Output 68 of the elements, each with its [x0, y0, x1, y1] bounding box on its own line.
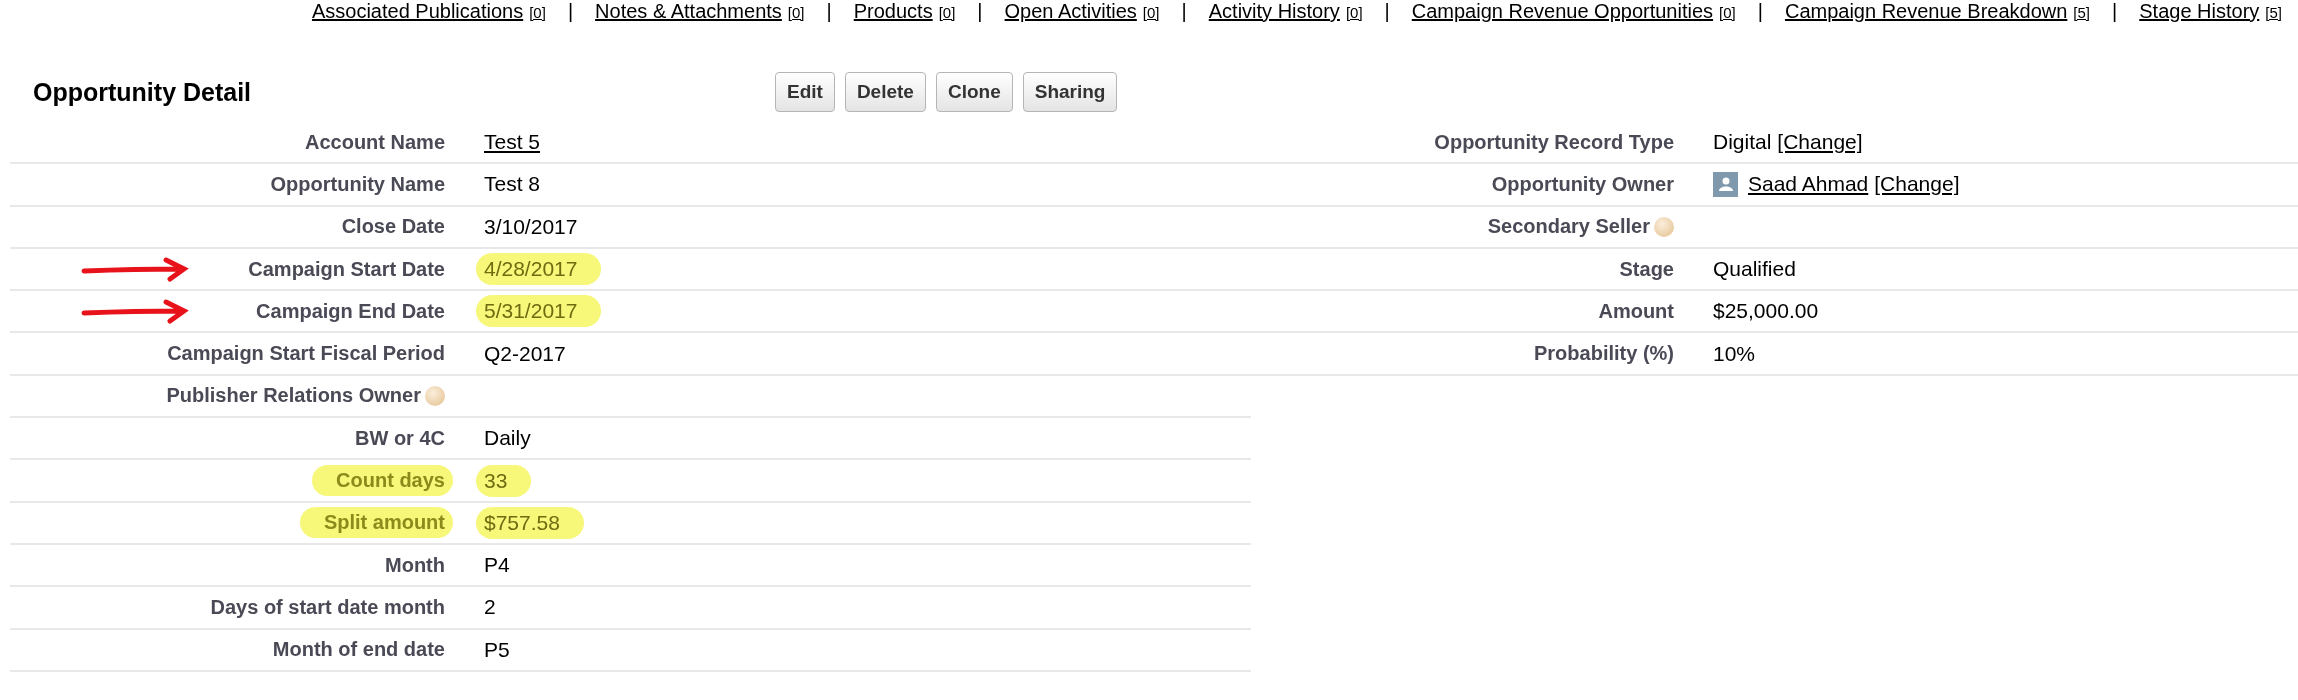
field-label: Account Name: [304, 130, 445, 154]
field-value: 3/10/2017: [484, 214, 578, 239]
related-list-link[interactable]: Campaign Revenue Breakdown: [1784, 0, 2068, 23]
action-button[interactable]: Delete: [844, 72, 926, 112]
field-label: Amount: [1598, 299, 1674, 323]
field-value: 2: [484, 595, 496, 620]
link-separator: |: [2112, 0, 2118, 23]
link-separator: |: [1384, 0, 1390, 23]
field-label: Count days: [312, 465, 453, 496]
field-value: P4: [484, 553, 510, 578]
link-separator: |: [977, 0, 983, 23]
field-value: Test 8: [484, 172, 541, 197]
field-label: Days of start date month: [210, 595, 445, 619]
field-value: $25,000.00: [1713, 299, 1819, 324]
field-label: Campaign Start Date: [248, 257, 445, 281]
related-list-count[interactable]: [0]: [1142, 4, 1160, 21]
related-list-link[interactable]: Open Activities: [1004, 0, 1137, 23]
field-value: Qualified: [1713, 257, 1796, 282]
related-list-count[interactable]: [0]: [1345, 4, 1363, 21]
action-button[interactable]: Clone: [935, 72, 1013, 112]
section-title: Opportunity Detail: [33, 77, 253, 107]
field-link[interactable]: [Change]: [1777, 130, 1863, 155]
field-label: Publisher Relations Owner: [166, 384, 421, 408]
related-list-link[interactable]: Notes & Attachments: [595, 0, 782, 23]
related-list-count[interactable]: [0]: [529, 4, 546, 21]
field-label: Secondary Seller: [1487, 215, 1650, 239]
help-icon[interactable]: [425, 385, 445, 406]
field-label: Month of end date: [272, 638, 445, 662]
field-link[interactable]: Saad Ahmad: [1748, 172, 1869, 197]
field-label: Month: [385, 553, 445, 577]
related-list-count[interactable]: [5]: [2073, 4, 2091, 21]
field-value: Digital: [1713, 130, 1772, 155]
related-list-count[interactable]: [0]: [1719, 4, 1736, 21]
related-list-count[interactable]: [5]: [2265, 4, 2282, 21]
link-separator: |: [567, 0, 574, 23]
action-button[interactable]: Edit: [775, 72, 835, 112]
field-label: Split amount: [299, 507, 453, 539]
related-list-link[interactable]: Activity History: [1208, 0, 1340, 23]
related-list-link[interactable]: Stage History: [2139, 0, 2260, 23]
field-value: Q2-2017: [484, 341, 566, 366]
field-label: Close Date: [341, 215, 445, 239]
field-label: Opportunity Record Type: [1434, 130, 1674, 154]
related-list-link[interactable]: Associated Publications: [311, 0, 524, 23]
link-separator: |: [1181, 0, 1187, 23]
field-label: Opportunity Name: [270, 172, 445, 196]
field-value: 5/31/2017: [476, 295, 602, 328]
field-value: $757.58: [476, 506, 584, 539]
related-list-link[interactable]: Products: [853, 0, 933, 23]
related-list-count[interactable]: [0]: [938, 4, 956, 21]
field-link[interactable]: Test 5: [484, 130, 541, 155]
field-link[interactable]: [Change]: [1874, 172, 1960, 197]
field-label: Opportunity Owner: [1491, 172, 1674, 196]
action-button[interactable]: Sharing: [1022, 72, 1118, 112]
field-value: 4/28/2017: [476, 253, 602, 286]
field-value: 33: [476, 464, 532, 497]
field-value: P5: [484, 637, 510, 662]
field-label: Campaign Start Fiscal Period: [167, 342, 445, 366]
link-separator: |: [826, 0, 832, 23]
field-label: Stage: [1619, 257, 1674, 281]
field-label: Campaign End Date: [256, 299, 445, 323]
related-list-link[interactable]: Campaign Revenue Opportunities: [1411, 0, 1714, 23]
field-value: Daily: [484, 426, 531, 451]
link-separator: |: [1757, 0, 1763, 23]
field-value: 10%: [1713, 341, 1756, 366]
related-list-count[interactable]: [0]: [787, 4, 805, 21]
field-label: BW or 4C: [355, 426, 445, 450]
help-icon[interactable]: [1654, 216, 1674, 237]
field-label: Probability (%): [1534, 342, 1674, 366]
